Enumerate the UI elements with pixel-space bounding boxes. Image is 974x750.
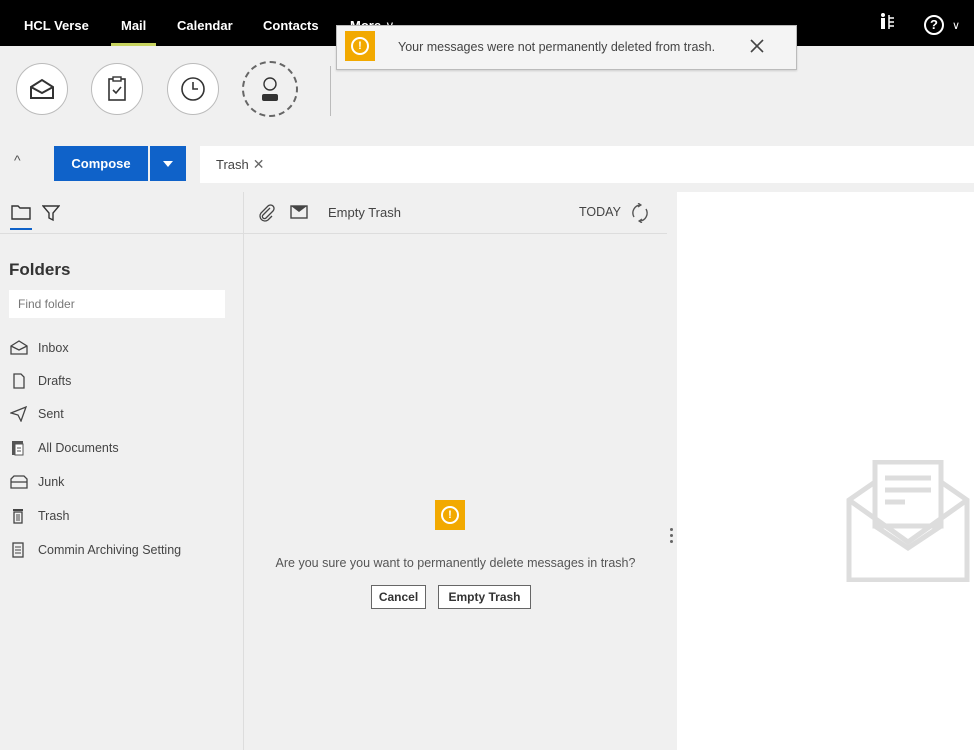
message-list-pane: Empty Trash TODAY ! Are you sure you wan…	[244, 192, 667, 750]
sort-today-label[interactable]: TODAY	[579, 205, 621, 219]
drag-handle-icon	[670, 528, 673, 546]
folder-item-trash[interactable]: Trash	[10, 504, 240, 528]
mail-open-button[interactable]	[16, 63, 68, 115]
sent-icon	[10, 406, 28, 422]
clock-icon	[181, 77, 205, 101]
confirm-empty-trash-button[interactable]: Empty Trash	[438, 585, 531, 609]
folder-label: Drafts	[38, 374, 72, 388]
notification-toast: ! Your messages were not permanently del…	[336, 25, 797, 70]
person-icon	[262, 77, 278, 101]
search-bar[interactable]: Trash ✕	[200, 146, 974, 183]
folders-tabs	[0, 192, 244, 234]
junk-icon	[10, 475, 28, 489]
folder-label: Junk	[38, 475, 65, 489]
close-icon[interactable]	[747, 36, 767, 56]
folder-item-all-documents[interactable]: All Documents	[10, 436, 240, 460]
folder-item-inbox[interactable]: Inbox	[10, 336, 240, 360]
close-icon[interactable]: ✕	[253, 156, 265, 172]
brand-link[interactable]: HCL Verse	[24, 0, 89, 46]
folder-item-drafts[interactable]: Drafts	[10, 369, 240, 393]
help-icon: ?	[924, 15, 944, 35]
unread-mail-icon[interactable]	[290, 204, 308, 225]
help-menu[interactable]: ? ∨	[924, 12, 960, 37]
empty-envelope-icon	[846, 460, 970, 582]
folder-item-sent[interactable]: Sent	[10, 402, 240, 426]
nav-calendar[interactable]: Calendar	[177, 0, 233, 46]
all-documents-icon	[12, 441, 24, 456]
folder-label: Trash	[38, 509, 70, 523]
drafts-icon	[13, 373, 25, 389]
warning-badge: !	[345, 31, 375, 61]
filter-icon[interactable]	[41, 204, 61, 227]
folders-title: Folders	[9, 260, 71, 279]
active-tab-indicator	[10, 228, 32, 230]
warning-icon: !	[351, 37, 369, 55]
folder-label: Inbox	[38, 341, 69, 355]
filter-chip-trash[interactable]: Trash ✕	[216, 156, 264, 173]
filter-chip-label: Trash	[216, 157, 249, 172]
add-person-button[interactable]	[242, 61, 298, 117]
empty-trash-link[interactable]: Empty Trash	[328, 205, 401, 220]
chevron-up-icon[interactable]: ^	[14, 152, 34, 172]
warning-badge: !	[435, 500, 465, 530]
attachment-icon[interactable]	[258, 204, 276, 227]
clipboard-check-icon	[108, 76, 126, 101]
warning-icon: !	[441, 506, 459, 524]
reading-pane	[677, 192, 974, 750]
find-folder-input[interactable]	[9, 290, 225, 318]
folders-panel: Folders Inbox Drafts Sent All Documents …	[0, 192, 244, 750]
compose-button[interactable]: Compose	[54, 146, 148, 181]
confirm-message: Are you sure you want to permanently del…	[275, 556, 636, 570]
toast-message: Your messages were not permanently delet…	[398, 40, 716, 54]
folder-label: Sent	[38, 407, 64, 421]
refresh-icon[interactable]	[630, 202, 650, 228]
nav-mail[interactable]: Mail	[110, 0, 157, 46]
chevron-down-icon: ∨	[952, 20, 961, 32]
waiting-for-button[interactable]	[167, 63, 219, 115]
folder-label: Commin Archiving Setting	[38, 543, 182, 557]
list-header: Empty Trash TODAY	[244, 192, 667, 234]
inbox-icon	[10, 340, 28, 355]
folder-item-archiving[interactable]: Commin Archiving Setting	[10, 538, 240, 562]
mail-open-icon	[30, 78, 54, 99]
folder-item-junk[interactable]: Junk	[10, 470, 240, 494]
todo-button[interactable]	[91, 63, 143, 115]
cancel-button[interactable]: Cancel	[371, 585, 426, 609]
people-directory-icon[interactable]	[878, 12, 898, 37]
pane-splitter[interactable]	[667, 192, 677, 750]
compose-bar: ^ Compose Trash ✕	[0, 130, 974, 192]
toolbar-divider	[330, 66, 331, 116]
folder-icon[interactable]	[11, 204, 31, 225]
folder-label: All Documents	[38, 441, 119, 455]
trash-icon	[13, 509, 23, 524]
nav-contacts[interactable]: Contacts	[263, 0, 319, 46]
compose-dropdown-button[interactable]	[150, 146, 186, 181]
archive-icon	[12, 542, 24, 558]
